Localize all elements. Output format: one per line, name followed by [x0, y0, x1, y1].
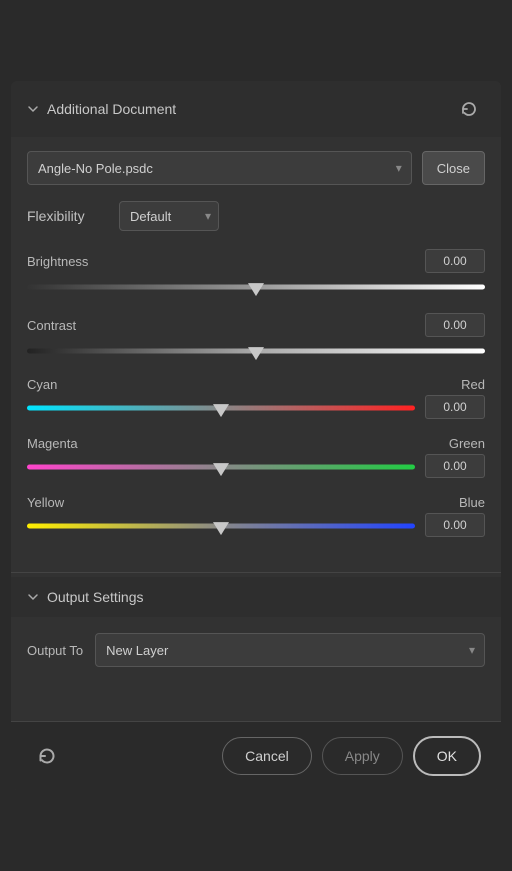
ok-button[interactable]: OK: [413, 736, 481, 776]
contrast-value[interactable]: [425, 313, 485, 337]
reset-icon: [459, 99, 479, 119]
yellow-blue-slider-wrapper: [27, 516, 415, 536]
cancel-button[interactable]: Cancel: [222, 737, 312, 775]
contrast-slider-wrapper: [27, 341, 485, 361]
footer-left: [31, 740, 63, 772]
footer-right: Cancel Apply OK: [222, 736, 481, 776]
flexibility-dropdown-wrapper: Default Low Medium High: [119, 201, 219, 231]
output-dropdown[interactable]: New Layer New Document Selection: [95, 633, 485, 667]
additional-document-header: Additional Document: [11, 81, 501, 137]
file-dropdown-wrapper: Angle-No Pole.psdc: [27, 151, 412, 185]
magenta-green-value[interactable]: [425, 454, 485, 478]
brightness-thumb[interactable]: [248, 283, 264, 296]
blue-label: Blue: [459, 495, 485, 510]
reset-icon-button[interactable]: [453, 93, 485, 125]
yellow-blue-label-row: Yellow Blue: [27, 495, 485, 510]
flexibility-row: Flexibility Default Low Medium High: [27, 201, 485, 231]
cyan-red-slider-row: [27, 394, 485, 420]
spacer: [11, 681, 501, 721]
chevron-down-icon: [27, 103, 39, 115]
file-row: Angle-No Pole.psdc Close: [27, 151, 485, 185]
flexibility-label: Flexibility: [27, 208, 107, 224]
cyan-red-thumb[interactable]: [213, 404, 229, 417]
yellow-label: Yellow: [27, 495, 64, 510]
cyan-red-value[interactable]: [425, 395, 485, 419]
contrast-label: Contrast: [27, 318, 76, 333]
main-panel: Additional Document Angle-No Pole.psdc C…: [11, 81, 501, 790]
output-section-header-left: Output Settings: [27, 589, 144, 605]
output-section-body: Output To New Layer New Document Selecti…: [11, 617, 501, 681]
brightness-value[interactable]: [425, 249, 485, 273]
flexibility-dropdown[interactable]: Default Low Medium High: [119, 201, 219, 231]
cyan-red-label-row: Cyan Red: [27, 377, 485, 392]
yellow-blue-value[interactable]: [425, 513, 485, 537]
chevron-down-icon-2: [27, 591, 39, 603]
yellow-blue-thumb[interactable]: [213, 522, 229, 535]
cyan-label: Cyan: [27, 377, 57, 392]
yellow-blue-group: Yellow Blue: [27, 495, 485, 538]
contrast-label-row: Contrast: [27, 313, 485, 337]
close-button[interactable]: Close: [422, 151, 485, 185]
output-section-title: Output Settings: [47, 589, 144, 605]
apply-button[interactable]: Apply: [322, 737, 403, 775]
magenta-green-slider-wrapper: [27, 457, 415, 477]
contrast-thumb[interactable]: [248, 347, 264, 360]
magenta-green-label-row: Magenta Green: [27, 436, 485, 451]
magenta-green-slider-row: [27, 453, 485, 479]
brightness-label: Brightness: [27, 254, 88, 269]
file-row-section: Angle-No Pole.psdc Close Flexibility Def…: [11, 137, 501, 568]
output-to-row: Output To New Layer New Document Selecti…: [27, 633, 485, 667]
red-label: Red: [461, 377, 485, 392]
brightness-label-row: Brightness: [27, 249, 485, 273]
footer-reset-icon: [36, 745, 58, 767]
magenta-green-group: Magenta Green: [27, 436, 485, 479]
cyan-red-slider-wrapper: [27, 398, 415, 418]
yellow-blue-slider-row: [27, 512, 485, 538]
output-dropdown-wrapper: New Layer New Document Selection: [95, 633, 485, 667]
brightness-slider-wrapper: [27, 277, 485, 297]
brightness-group: Brightness: [27, 249, 485, 297]
section-title: Additional Document: [47, 101, 176, 117]
file-dropdown[interactable]: Angle-No Pole.psdc: [27, 151, 412, 185]
magenta-label: Magenta: [27, 436, 78, 451]
footer: Cancel Apply OK: [11, 721, 501, 790]
cyan-red-group: Cyan Red: [27, 377, 485, 420]
output-to-label: Output To: [27, 643, 83, 658]
footer-reset-button[interactable]: [31, 740, 63, 772]
green-label: Green: [449, 436, 485, 451]
output-settings-header: Output Settings: [11, 577, 501, 617]
magenta-green-thumb[interactable]: [213, 463, 229, 476]
section-header-left: Additional Document: [27, 101, 176, 117]
contrast-group: Contrast: [27, 313, 485, 361]
section-divider: [11, 572, 501, 573]
